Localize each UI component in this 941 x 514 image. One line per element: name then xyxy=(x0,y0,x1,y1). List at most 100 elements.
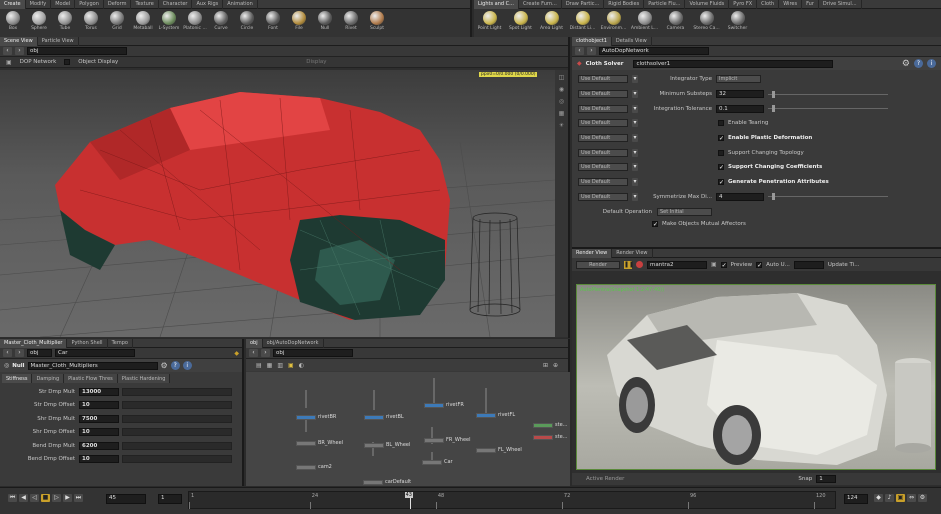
network-node[interactable]: FR_Wheel xyxy=(424,437,471,443)
prev-key-icon[interactable]: ◀ xyxy=(19,494,28,502)
multiplier-value[interactable]: 10 xyxy=(79,428,119,437)
param-value[interactable]: 0.1 xyxy=(716,104,764,113)
display-icon[interactable]: ◫ xyxy=(559,74,565,81)
node-tile[interactable] xyxy=(363,479,383,485)
node-tile[interactable] xyxy=(364,414,384,420)
shelf-tool-tools_right-6[interactable]: Camera xyxy=(660,11,691,31)
shelf-tool-tools_left-1[interactable]: Sphere xyxy=(26,11,52,31)
reset-icon[interactable]: ▾ xyxy=(632,90,638,99)
tab-tempo[interactable]: Tempo xyxy=(108,338,133,348)
tile-view-icon[interactable]: ▦ xyxy=(267,362,273,369)
note-icon[interactable]: ▣ xyxy=(288,362,294,369)
shelf-tab-right-5[interactable]: Volume Fluids xyxy=(685,0,730,9)
back-icon[interactable]: ‹ xyxy=(3,47,12,55)
shelf-tool-tools_right-3[interactable]: Distant Li... xyxy=(567,11,598,31)
param-slider[interactable] xyxy=(768,105,888,113)
shelf-tab-left-2[interactable]: Model xyxy=(51,0,76,9)
reverse-play-icon[interactable]: ◁ xyxy=(30,494,39,502)
node-tile[interactable] xyxy=(533,422,553,428)
network-node[interactable]: rivetFR xyxy=(424,402,464,408)
tab-scene-view[interactable]: Scene View xyxy=(0,36,38,46)
network-node[interactable]: ste... xyxy=(533,422,567,428)
multiplier-value[interactable]: 10 xyxy=(79,401,119,410)
forward-icon[interactable]: › xyxy=(15,349,24,357)
viewport-path[interactable]: obj xyxy=(27,47,127,55)
tab-details-view[interactable]: Details View xyxy=(612,36,652,46)
shelf-tab-left-1[interactable]: Modify xyxy=(26,0,52,9)
shelf-tool-tools_right-2[interactable]: Area Light xyxy=(536,11,567,31)
network-canvas[interactable]: rivetBR BR_Wheel cam2 rivetBL BL_Wheel rivetF… xyxy=(246,372,570,486)
shelf-tool-tools_left-3[interactable]: Torus xyxy=(78,11,104,31)
multiplier-slider[interactable] xyxy=(122,387,232,396)
tab-damping[interactable]: Damping xyxy=(32,374,65,383)
pause-icon[interactable]: ❚❚ xyxy=(624,260,634,269)
auto-update-check[interactable]: ✓ xyxy=(756,261,762,268)
param-check[interactable] xyxy=(718,149,724,156)
tab-master-cloth[interactable]: Master_Cloth_Multiplier xyxy=(0,338,68,348)
param-value[interactable]: 32 xyxy=(716,90,764,99)
param-slider[interactable] xyxy=(768,193,888,201)
render-image[interactable]: AutoMentra(Snapshot 1:2:47:40)) xyxy=(576,284,936,470)
help-icon[interactable]: ? xyxy=(170,361,180,370)
use-default-button[interactable]: Use Default xyxy=(578,134,628,143)
tab-render-view-2[interactable]: Render View xyxy=(612,248,653,258)
use-default-button[interactable]: Use Default xyxy=(578,119,628,128)
shelf-tool-tools_right-1[interactable]: Spot Light xyxy=(505,11,536,31)
list-view-icon[interactable]: ▤ xyxy=(256,362,262,369)
update-time-field[interactable] xyxy=(793,260,824,269)
shelf-tab-left-7[interactable]: Aux Rigs xyxy=(192,0,224,9)
grid-toggle-icon[interactable]: ▦ xyxy=(559,110,565,117)
snap-field[interactable]: 1 xyxy=(816,475,837,483)
settings-icon[interactable]: ⚙ xyxy=(918,494,927,502)
multiplier-slider[interactable] xyxy=(122,414,232,423)
tab-plastic-flow[interactable]: Plastic Flow Thres xyxy=(64,374,118,383)
param-value[interactable]: 4 xyxy=(716,192,764,201)
info-icon[interactable]: i xyxy=(927,59,936,68)
shelf-tab-left-8[interactable]: Animation xyxy=(223,0,258,9)
shelf-tab-left-5[interactable]: Texture xyxy=(131,0,159,9)
node-tile[interactable] xyxy=(296,414,316,420)
node-tile[interactable] xyxy=(422,459,442,465)
use-default-button[interactable]: Use Default xyxy=(578,75,628,84)
shelf-tab-right-2[interactable]: Draw Partic... xyxy=(562,0,605,9)
forward-icon[interactable]: › xyxy=(15,47,24,55)
preview-check[interactable]: ✓ xyxy=(720,261,727,268)
slider-handle[interactable] xyxy=(772,90,775,98)
multiplier-value[interactable]: 7500 xyxy=(79,414,119,423)
back-icon[interactable]: ‹ xyxy=(575,47,584,55)
realtime-icon[interactable]: ▣ xyxy=(896,494,905,502)
reset-icon[interactable]: ▾ xyxy=(632,163,638,172)
network-node[interactable]: ste... xyxy=(533,434,567,440)
reset-icon[interactable]: ▾ xyxy=(632,134,638,143)
palette-icon[interactable]: ◐ xyxy=(299,362,304,369)
node-tile[interactable] xyxy=(476,412,496,418)
lower-path-obj[interactable]: obj xyxy=(27,349,52,357)
multiplier-value[interactable]: 13000 xyxy=(79,387,119,396)
network-node[interactable]: BL_Wheel xyxy=(364,442,410,448)
shelf-tab-left-6[interactable]: Character xyxy=(159,0,193,9)
shelf-tool-tools_right-7[interactable]: Stereo Ca... xyxy=(691,11,722,31)
first-frame-icon[interactable]: ⏮ xyxy=(8,494,17,502)
node-tile[interactable] xyxy=(424,402,444,408)
forward-icon[interactable]: › xyxy=(261,349,270,357)
network-node[interactable]: rivetFL xyxy=(476,412,515,418)
network-node[interactable]: rivetBL xyxy=(364,414,404,420)
reset-icon[interactable]: ▾ xyxy=(632,192,638,201)
shelf-tab-left-4[interactable]: Deform xyxy=(104,0,132,9)
shelf-tool-tools_left-2[interactable]: Tube xyxy=(52,11,78,31)
shelf-tool-tools_left-8[interactable]: Curve xyxy=(208,11,234,31)
network-node[interactable]: Car xyxy=(422,459,453,465)
shelf-tool-tools_left-6[interactable]: L-System xyxy=(156,11,182,31)
shelf-tool-tools_left-13[interactable]: Rivet xyxy=(338,11,364,31)
param-path[interactable]: AutoDopNetwork xyxy=(599,47,709,55)
tab-particle-view[interactable]: Particle View xyxy=(38,36,79,46)
back-icon[interactable]: ‹ xyxy=(3,349,12,357)
shelf-tool-tools_left-14[interactable]: Sculpt xyxy=(364,11,390,31)
reset-icon[interactable]: ▾ xyxy=(632,119,638,128)
shelf-tool-tools_right-8[interactable]: Switcher xyxy=(722,11,753,31)
render-button[interactable]: Render xyxy=(576,260,620,269)
current-frame-field[interactable]: 45 xyxy=(106,494,146,504)
object-display-check[interactable] xyxy=(64,59,71,65)
shelf-tab-right-10[interactable]: Drive Simul... xyxy=(819,0,862,9)
active-render-label[interactable]: Active Render xyxy=(586,476,624,482)
